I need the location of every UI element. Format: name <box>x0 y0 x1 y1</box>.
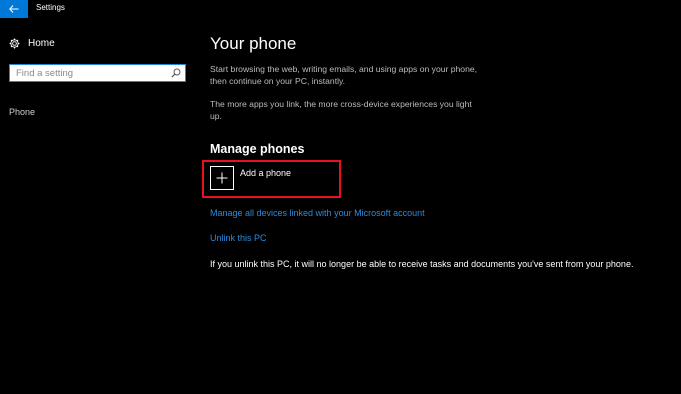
search-box[interactable] <box>9 64 186 82</box>
unlink-note: If you unlink this PC, it will no longer… <box>210 259 634 269</box>
unlink-pc-link[interactable]: Unlink this PC <box>210 233 267 243</box>
manage-devices-link[interactable]: Manage all devices linked with your Micr… <box>210 208 425 218</box>
add-phone-label: Add a phone <box>240 168 292 178</box>
title-bar: Settings <box>0 0 681 18</box>
add-phone-button[interactable]: Add a phone <box>210 166 291 190</box>
back-button[interactable] <box>0 0 28 18</box>
back-arrow-icon <box>9 5 19 13</box>
page-title: Your phone <box>210 34 297 53</box>
plus-icon <box>210 166 234 190</box>
window-title: Settings <box>36 3 65 12</box>
description-text-secondary: The more apps you link, the more cross-d… <box>210 99 472 122</box>
section-title-manage-phones: Manage phones <box>210 142 305 156</box>
sidebar-home[interactable]: Home <box>9 38 55 49</box>
sidebar-item-phone[interactable]: Phone <box>9 107 35 117</box>
search-icon[interactable] <box>167 65 185 81</box>
search-input[interactable] <box>10 65 167 81</box>
gear-icon <box>9 38 20 49</box>
description-text: Start browsing the web, writing emails, … <box>210 64 478 87</box>
home-label: Home <box>28 38 55 49</box>
